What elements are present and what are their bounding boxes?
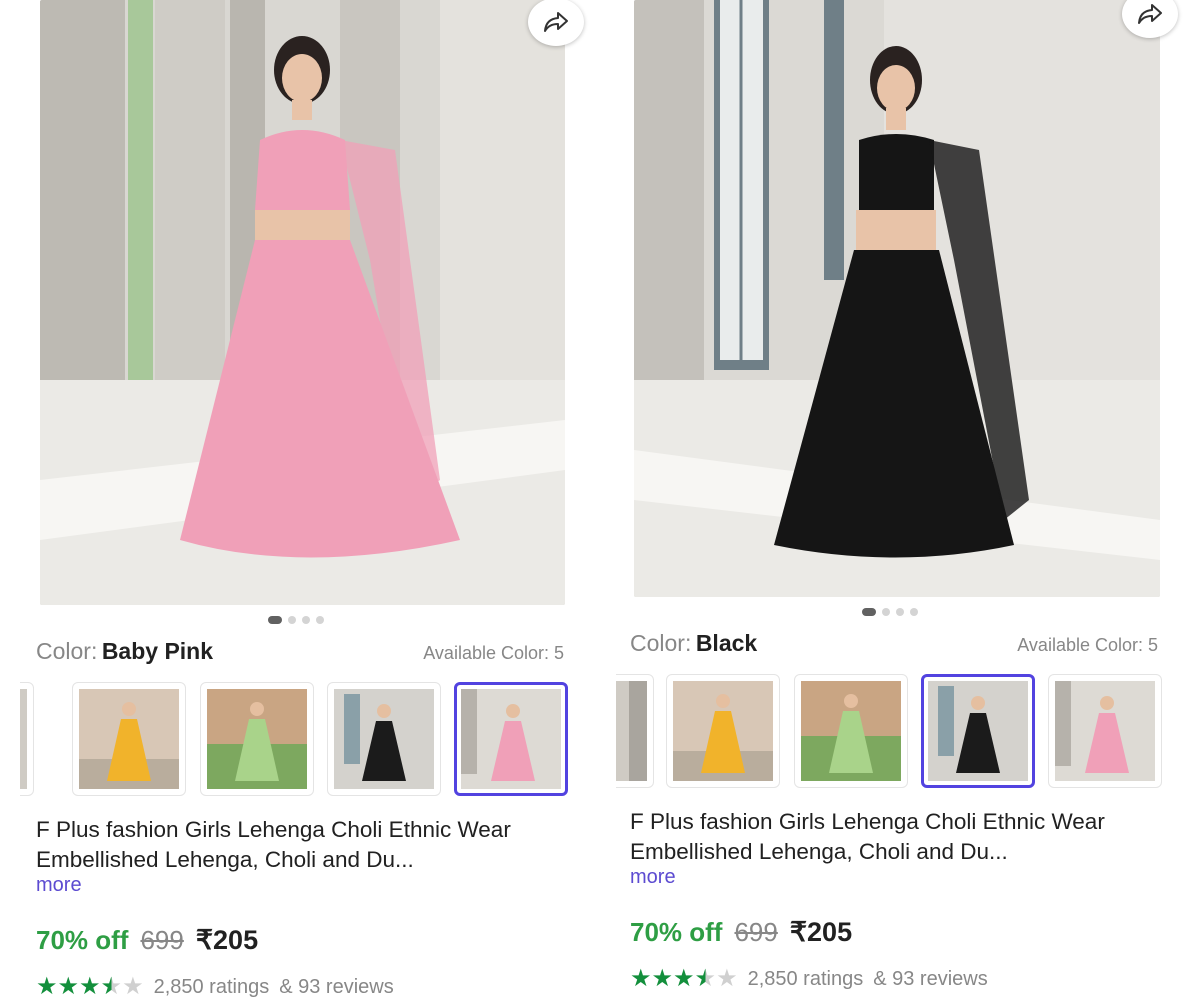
price-row: 70% off 699 ₹205	[36, 925, 258, 956]
star-icon: ★	[36, 973, 58, 1000]
color-thumbnail[interactable]	[794, 674, 908, 788]
thumbnail-image	[616, 681, 647, 781]
original-price: 699	[734, 917, 778, 947]
rating-row[interactable]: ★ ★ ★ ★ ★ 2,850 ratings & 93 reviews	[630, 967, 988, 991]
pagination-dot[interactable]	[882, 608, 890, 616]
color-thumbnail[interactable]	[20, 682, 34, 796]
pagination-dot[interactable]	[910, 608, 918, 616]
star-icon: ★	[57, 973, 80, 1000]
product-title: F Plus fashion Girls Lehenga Choli Ethni…	[630, 809, 1105, 864]
image-pagination-dots	[268, 616, 324, 624]
original-price: 699	[140, 925, 184, 955]
color-thumbnail[interactable]	[72, 682, 186, 796]
discount-percent: 70% off	[36, 925, 129, 955]
color-label: Color:	[36, 638, 98, 664]
selected-color: Color: Baby Pink	[36, 638, 213, 665]
product-image[interactable]	[634, 0, 1160, 597]
star-half-icon: ★	[694, 965, 717, 992]
image-pagination-dots	[862, 608, 918, 616]
selling-price: ₹205	[789, 917, 853, 947]
thumbnail-image	[334, 689, 434, 789]
selling-price: ₹205	[195, 925, 259, 955]
color-label: Color:	[630, 630, 692, 656]
color-thumbnail[interactable]	[200, 682, 314, 796]
thumbnail-image	[207, 689, 307, 789]
available-colors: Available Color: 5	[1017, 635, 1158, 655]
star-half-icon: ★	[100, 973, 123, 1000]
star-icon: ★	[79, 973, 101, 1000]
color-value: Black	[695, 630, 758, 656]
reviews-count: & 93 reviews	[279, 975, 394, 998]
share-icon	[1138, 4, 1162, 24]
color-thumbnail[interactable]	[666, 674, 780, 788]
color-thumbnail-selected[interactable]	[454, 682, 568, 796]
pagination-dot[interactable]	[862, 608, 876, 616]
product-photo	[40, 0, 565, 605]
thumbnail-image	[1055, 681, 1155, 781]
more-link[interactable]: more	[630, 866, 676, 889]
selected-color: Color: Black	[630, 630, 757, 657]
product-card-baby-pink: Color: Baby Pink Available Color: 5 F Pl…	[20, 0, 584, 1008]
share-icon	[544, 12, 568, 32]
star-rating: ★ ★ ★ ★ ★	[630, 967, 738, 991]
color-thumbnail-selected[interactable]	[921, 674, 1035, 788]
thumbnail-image	[461, 689, 561, 789]
color-selector-header: Color: Black Available Color: 5	[630, 630, 1158, 657]
color-thumbnail[interactable]	[327, 682, 441, 796]
star-empty-icon: ★	[122, 973, 144, 1000]
available-colors: Available Color: 5	[423, 643, 564, 663]
thumbnail-image	[20, 689, 27, 789]
pagination-dot[interactable]	[302, 616, 310, 624]
product-card-black: Color: Black Available Color: 5 F Plus f…	[616, 0, 1178, 1008]
thumbnail-image	[79, 689, 179, 789]
star-icon: ★	[651, 965, 674, 992]
star-empty-icon: ★	[716, 965, 738, 992]
thumbnail-image	[673, 681, 773, 781]
thumbnail-image	[928, 681, 1028, 781]
rating-row[interactable]: ★ ★ ★ ★ ★ 2,850 ratings & 93 reviews	[36, 975, 394, 999]
discount-percent: 70% off	[630, 917, 723, 947]
color-thumbnails	[20, 680, 580, 798]
pagination-dot[interactable]	[316, 616, 324, 624]
color-thumbnails	[616, 672, 1176, 790]
product-photo	[634, 0, 1160, 597]
color-thumbnail[interactable]	[616, 674, 654, 788]
share-button[interactable]	[528, 0, 584, 46]
product-image[interactable]	[40, 0, 565, 605]
pagination-dot[interactable]	[896, 608, 904, 616]
color-value: Baby Pink	[101, 638, 214, 664]
star-icon: ★	[673, 965, 695, 992]
product-title: F Plus fashion Girls Lehenga Choli Ethni…	[36, 817, 511, 872]
pagination-dot[interactable]	[288, 616, 296, 624]
ratings-count: 2,850 ratings	[747, 967, 864, 990]
star-icon: ★	[630, 965, 652, 992]
color-selector-header: Color: Baby Pink Available Color: 5	[36, 638, 564, 665]
star-rating: ★ ★ ★ ★ ★	[36, 975, 144, 999]
more-link[interactable]: more	[36, 874, 82, 897]
reviews-count: & 93 reviews	[873, 967, 988, 990]
thumbnail-image	[801, 681, 901, 781]
ratings-count: 2,850 ratings	[153, 975, 270, 998]
price-row: 70% off 699 ₹205	[630, 917, 852, 948]
pagination-dot[interactable]	[268, 616, 282, 624]
color-thumbnail[interactable]	[1048, 674, 1162, 788]
